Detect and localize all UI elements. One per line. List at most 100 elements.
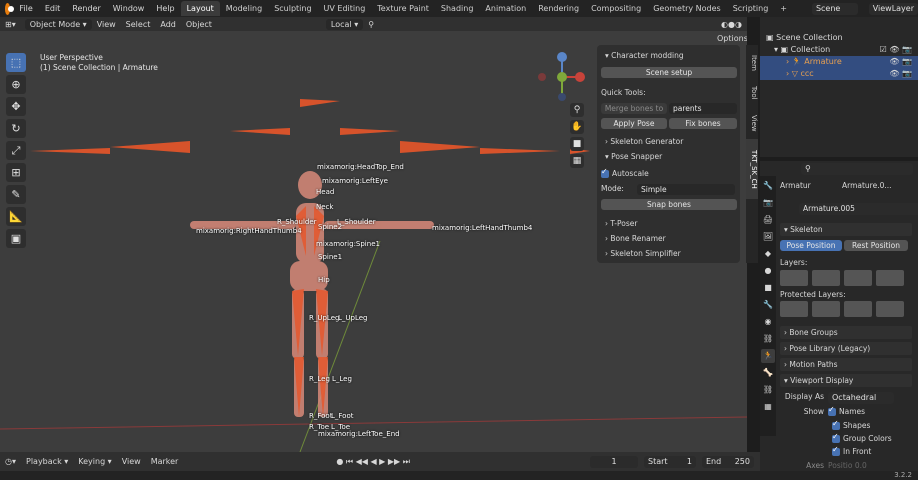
mode-dropdown[interactable]: Simple — [637, 184, 735, 195]
object-tab-icon[interactable]: ■ — [761, 281, 775, 295]
mode-dropdown[interactable]: Object Mode ▾ — [24, 18, 92, 30]
current-frame-field[interactable]: 1 — [590, 455, 638, 468]
orientation-dropdown[interactable]: Local ▾ — [325, 18, 364, 30]
menu-view[interactable]: View — [92, 20, 121, 29]
fix-bones-button[interactable]: Fix bones — [669, 118, 737, 129]
modifier-tab-icon[interactable]: 🔧 — [761, 298, 775, 312]
axes-position-field[interactable]: Positio 0.0 — [828, 461, 867, 470]
blender-logo-icon[interactable] — [5, 2, 15, 15]
section-skeleton[interactable]: ▾ Skeleton — [780, 223, 912, 236]
measure-icon[interactable]: 📐 — [6, 207, 26, 226]
section-motion-paths[interactable]: › Motion Paths — [780, 358, 912, 371]
output-tab-icon[interactable]: 🖨 — [761, 213, 775, 227]
section-skeleton-generator[interactable]: › Skeleton Generator — [601, 135, 737, 148]
add-cube-icon[interactable]: ▣ — [6, 229, 26, 248]
rotate-icon[interactable]: ↻ — [6, 119, 26, 138]
scene-setup-button[interactable]: Scene setup — [601, 67, 737, 78]
tab-tool[interactable]: Tool — [746, 79, 758, 107]
tab-rendering[interactable]: Rendering — [532, 1, 585, 16]
tab-shading[interactable]: Shading — [435, 1, 480, 16]
snap-icon[interactable]: ⚲ — [363, 20, 379, 29]
camera-icon[interactable]: ■ — [570, 137, 584, 151]
tab-view[interactable]: View — [746, 109, 758, 137]
annotate-icon[interactable]: ✎ — [6, 185, 26, 204]
playback-controls[interactable]: ● ⏮ ◀◀ ◀ ▶ ▶▶ ⏭ — [331, 457, 415, 467]
texture-tab-icon[interactable]: ▦ — [761, 400, 775, 414]
section-pose-snapper[interactable]: ▾ Pose Snapper — [601, 150, 737, 163]
section-bone-groups[interactable]: › Bone Groups — [780, 326, 912, 339]
menu-object[interactable]: Object — [181, 20, 217, 29]
physics-tab-icon[interactable]: ◉ — [761, 315, 775, 329]
view-layer-tab-icon[interactable]: 🖼 — [761, 230, 775, 244]
show-names-checkbox[interactable]: Names — [828, 405, 865, 416]
tab-geometry-nodes[interactable]: Geometry Nodes — [647, 1, 726, 16]
tab-modeling[interactable]: Modeling — [220, 1, 268, 16]
outliner-armature[interactable]: › 🏃 Armature 👁 📷 — [760, 56, 918, 68]
data-name-field[interactable]: Armature.005 — [799, 203, 918, 215]
transform-icon[interactable]: ⊞ — [6, 163, 26, 182]
end-frame-field[interactable]: End 250 — [702, 455, 754, 468]
tool-tab-icon[interactable]: 🔧 — [761, 179, 775, 193]
grid-icon[interactable]: ▦ — [570, 154, 584, 168]
section-viewport-display[interactable]: ▾ Viewport Display — [780, 374, 912, 387]
tab-item[interactable]: Item — [746, 49, 758, 77]
visibility-icon[interactable]: 👁 📷 — [889, 56, 912, 68]
scene-tab-icon[interactable]: ◆ — [761, 247, 775, 261]
pan-hand-icon[interactable]: ✋ — [570, 120, 584, 134]
pose-position-button[interactable]: Pose Position — [780, 240, 842, 251]
section-skeleton-simplifier[interactable]: › Skeleton Simplifier — [601, 247, 737, 260]
menu-add[interactable]: Add — [155, 20, 181, 29]
armature-data-tab-icon[interactable]: 🏃 — [761, 349, 775, 363]
properties-search[interactable]: ⚲ — [801, 163, 913, 175]
tab-animation[interactable]: Animation — [479, 1, 532, 16]
outliner-mesh[interactable]: › ▽ ccc 👁 📷 — [760, 68, 918, 80]
cursor-icon[interactable]: ⊕ — [6, 75, 26, 94]
section-bone-renamer[interactable]: › Bone Renamer — [601, 232, 737, 245]
snap-bones-button[interactable]: Snap bones — [601, 199, 737, 210]
display-as-dropdown[interactable]: Octahedral — [828, 392, 894, 404]
autoscale-checkbox[interactable]: Autoscale — [601, 167, 737, 178]
tab-uv-editing[interactable]: UV Editing — [318, 1, 372, 16]
section-t-poser[interactable]: › T-Poser — [601, 217, 737, 230]
view-layer-selector[interactable]: ViewLayer — [868, 2, 918, 15]
menu-help[interactable]: Help — [150, 4, 180, 13]
rest-position-button[interactable]: Rest Position — [844, 240, 908, 251]
scale-icon[interactable]: ⤢ — [6, 141, 26, 160]
outliner-scene-collection[interactable]: ▣ Scene Collection — [760, 32, 918, 44]
menu-keying[interactable]: Keying ▾ — [73, 457, 116, 466]
tab-layout[interactable]: Layout — [180, 1, 220, 16]
constraint-tab-icon[interactable]: ⛓ — [761, 332, 775, 346]
menu-view[interactable]: View — [117, 457, 146, 466]
menu-select[interactable]: Select — [121, 20, 156, 29]
tab-tkt-sk-ch[interactable]: TKT_SK_CH — [746, 139, 758, 199]
zoom-icon[interactable]: ⚲ — [570, 103, 584, 117]
navigation-gizmo[interactable] — [536, 51, 586, 103]
visibility-icon[interactable]: ☑ 👁 📷 — [880, 44, 912, 56]
render-tab-icon[interactable]: 📷 — [761, 196, 775, 210]
apply-pose-button[interactable]: Apply Pose — [601, 118, 667, 129]
menu-file[interactable]: File — [13, 4, 38, 13]
scene-selector[interactable]: Scene — [811, 2, 858, 15]
outliner-collection[interactable]: ▾ ▣ Collection ☑ 👁 📷 — [760, 44, 918, 56]
protected-layers-grid[interactable] — [780, 301, 912, 317]
visibility-icon[interactable]: 👁 📷 — [889, 68, 912, 80]
layers-grid[interactable] — [780, 270, 912, 286]
bone-tab-icon[interactable]: 🦴 — [761, 366, 775, 380]
select-box-icon[interactable]: ⬚ — [6, 53, 26, 72]
shading-solid-icon[interactable]: ◐●◑ — [716, 20, 747, 29]
world-tab-icon[interactable]: ● — [761, 264, 775, 278]
menu-edit[interactable]: Edit — [39, 4, 67, 13]
menu-playback[interactable]: Playback ▾ — [21, 457, 73, 466]
tab-texture-paint[interactable]: Texture Paint — [371, 1, 435, 16]
merge-bones-button[interactable]: Merge bones to — [601, 103, 667, 114]
editor-type-icon[interactable]: ⊞▾ — [0, 20, 21, 29]
add-workspace-button[interactable]: + — [774, 1, 793, 16]
show-group-colors-checkbox[interactable]: Group Colors — [780, 432, 912, 443]
bone-constraint-tab-icon[interactable]: ⛓ — [761, 383, 775, 397]
section-pose-library[interactable]: › Pose Library (Legacy) — [780, 342, 912, 355]
tab-scripting[interactable]: Scripting — [727, 1, 775, 16]
start-frame-field[interactable]: Start 1 — [644, 455, 696, 468]
move-icon[interactable]: ✥ — [6, 97, 26, 116]
menu-marker[interactable]: Marker — [146, 457, 184, 466]
menu-window[interactable]: Window — [107, 4, 151, 13]
